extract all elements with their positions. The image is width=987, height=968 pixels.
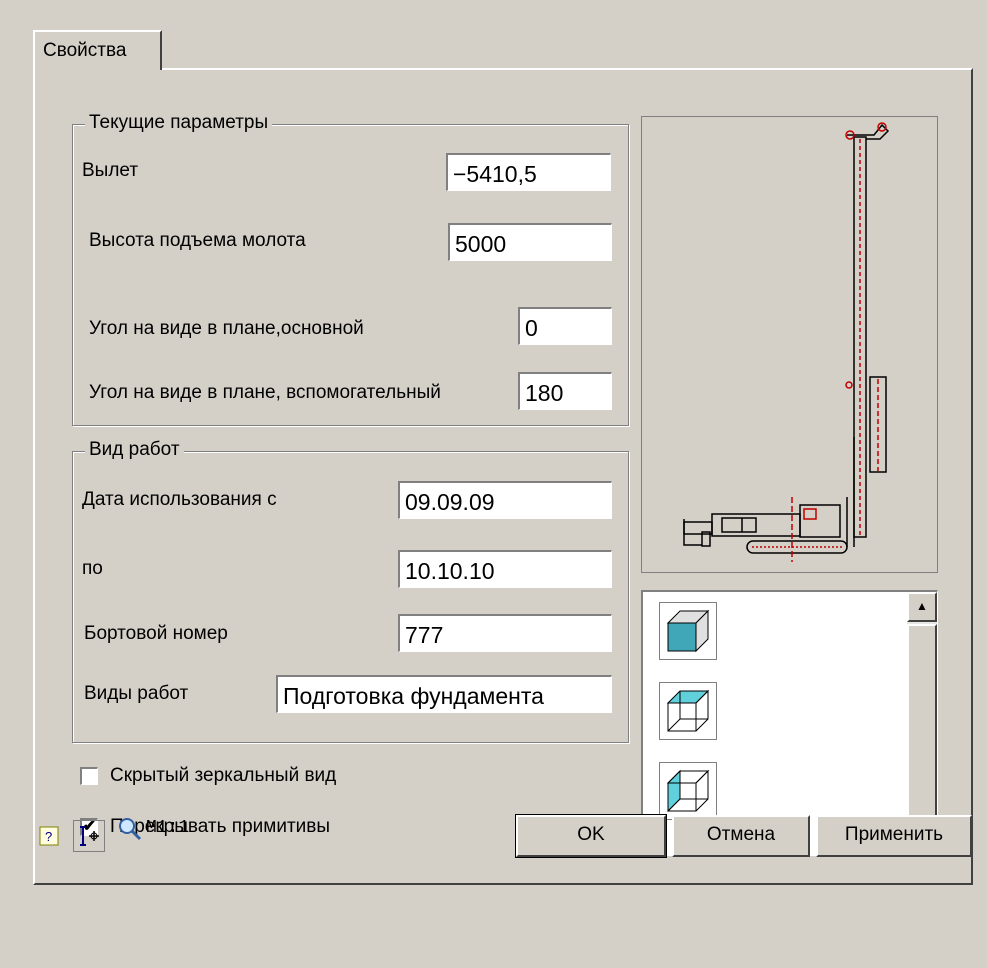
- hidden-mirror-checkbox[interactable]: [80, 767, 98, 785]
- hammer-height-field[interactable]: 5000: [448, 223, 612, 261]
- scale-label: M1:1: [146, 818, 190, 838]
- cube-side-face-icon: [666, 769, 710, 813]
- svg-text:?: ?: [45, 829, 52, 844]
- work-kinds-label: Виды работ: [84, 683, 189, 704]
- zoom-icon[interactable]: [117, 816, 143, 842]
- scroll-up-icon[interactable]: ▲: [907, 592, 937, 622]
- reach-label: Вылет: [82, 160, 139, 181]
- scroll-thumb[interactable]: [907, 624, 937, 824]
- view-item-2[interactable]: [659, 682, 717, 740]
- current-params-legend: Текущие параметры: [85, 112, 273, 134]
- cancel-button[interactable]: Отмена: [672, 815, 810, 857]
- angle-main-label: Угол на виде в плане,основной: [89, 318, 364, 339]
- work-type-legend: Вид работ: [85, 439, 184, 461]
- date-to-label: по: [82, 558, 103, 579]
- machine-preview: [641, 116, 938, 573]
- angle-main-field[interactable]: 0: [518, 307, 612, 345]
- view-item-1[interactable]: [659, 602, 717, 660]
- tab-properties[interactable]: Свойства: [33, 30, 162, 70]
- date-from-field[interactable]: 09.09.09: [398, 481, 612, 519]
- date-to-field[interactable]: 10.10.10: [398, 550, 612, 588]
- date-from-label: Дата использования с: [82, 489, 277, 510]
- ok-button[interactable]: OK: [515, 814, 667, 858]
- cube-solid-front-icon: [666, 609, 710, 653]
- hammer-height-label: Высота подъема молота: [89, 230, 306, 251]
- tab-properties-label: Свойства: [43, 40, 127, 61]
- hidden-mirror-label: Скрытый зеркальный вид: [110, 765, 337, 786]
- overlap-label: Перекрывать примитивы: [110, 816, 331, 837]
- work-kinds-field[interactable]: Подготовка фундамента: [276, 675, 612, 713]
- reach-field[interactable]: −5410,5: [446, 153, 611, 191]
- board-number-field[interactable]: 777: [398, 614, 612, 652]
- help-icon[interactable]: ?: [39, 826, 61, 848]
- board-number-label: Бортовой номер: [84, 623, 228, 644]
- angle-aux-field[interactable]: 180: [518, 372, 612, 410]
- pile-driver-drawing: [683, 122, 890, 562]
- view-item-3[interactable]: [659, 762, 717, 820]
- snap-cursor-icon[interactable]: [73, 820, 105, 852]
- angle-aux-label: Угол на виде в плане, вспомогательный: [89, 382, 441, 403]
- cube-top-face-icon: [666, 689, 710, 732]
- apply-button[interactable]: Применить: [816, 815, 972, 857]
